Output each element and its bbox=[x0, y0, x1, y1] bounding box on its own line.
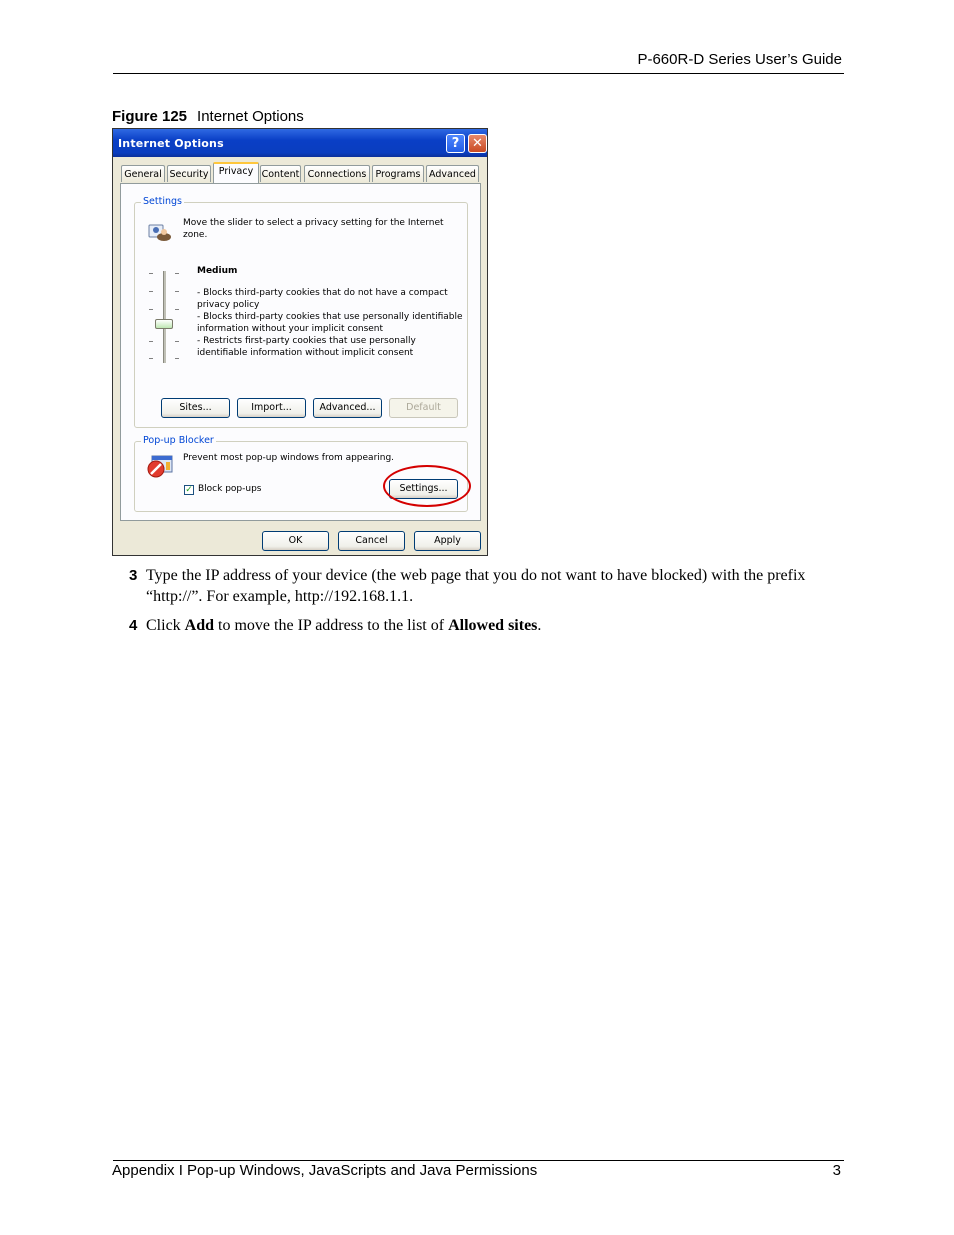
privacy-icon bbox=[148, 224, 171, 241]
page-number: 3 bbox=[832, 1162, 841, 1179]
slider-tick bbox=[175, 309, 179, 310]
privacy-bullet-1: - Blocks third-party cookies that do not… bbox=[197, 288, 448, 310]
tab-connections[interactable]: Connections bbox=[304, 165, 370, 182]
step-text: Type the IP address of your device (the … bbox=[146, 567, 806, 605]
privacy-bullet-2: - Blocks third-party cookies that use pe… bbox=[197, 312, 463, 334]
popup-blocker-icon bbox=[147, 455, 173, 478]
step-text: Click Add to move the IP address to the … bbox=[146, 615, 826, 636]
highlight-circle bbox=[383, 465, 471, 507]
privacy-bullet-3: - Restricts first-party cookies that use… bbox=[197, 336, 416, 358]
privacy-intro-text: Move the slider to select a privacy sett… bbox=[183, 218, 444, 240]
step-text-part: to move the IP address to the list of bbox=[214, 617, 449, 634]
block-popups-label: Block pop-ups bbox=[198, 484, 262, 494]
tab-privacy[interactable]: Privacy bbox=[213, 162, 259, 183]
step-text-bold: Add bbox=[184, 617, 215, 634]
block-popups-checkbox[interactable]: ✓ bbox=[184, 485, 194, 495]
default-button[interactable]: Default bbox=[389, 398, 458, 418]
settings-group: Settings Move the slider to select a pri… bbox=[134, 196, 468, 428]
popup-blocker-legend: Pop-up Blocker bbox=[141, 435, 216, 446]
popup-blocker-description: Prevent most pop-up windows from appeari… bbox=[183, 453, 395, 463]
slider-tick bbox=[149, 273, 153, 274]
slider-tick bbox=[175, 291, 179, 292]
step-number: 3 bbox=[129, 567, 138, 584]
help-icon[interactable]: ? bbox=[446, 134, 465, 153]
cancel-button[interactable]: Cancel bbox=[338, 531, 405, 551]
internet-options-dialog: Internet Options ? ✕ General Security Pr… bbox=[112, 128, 488, 556]
step-number: 4 bbox=[129, 617, 138, 634]
slider-tick bbox=[149, 358, 153, 359]
dialog-title: Internet Options bbox=[118, 137, 224, 150]
apply-button[interactable]: Apply bbox=[414, 531, 481, 551]
ok-button[interactable]: OK bbox=[262, 531, 329, 551]
figure-number: Figure 125 bbox=[112, 108, 188, 125]
privacy-slider-track[interactable] bbox=[163, 271, 166, 363]
privacy-tab-panel: Settings Move the slider to select a pri… bbox=[120, 183, 481, 521]
sites-button[interactable]: Sites... bbox=[161, 398, 230, 418]
step-text-bold: Allowed sites bbox=[448, 617, 538, 634]
slider-tick bbox=[149, 309, 153, 310]
tab-programs[interactable]: Programs bbox=[372, 165, 424, 182]
privacy-level-label: Medium bbox=[197, 266, 238, 276]
slider-tick bbox=[175, 341, 179, 342]
privacy-slider-thumb[interactable] bbox=[155, 319, 173, 329]
close-icon[interactable]: ✕ bbox=[468, 134, 487, 153]
footer-rule bbox=[113, 1160, 844, 1161]
tab-general[interactable]: General bbox=[121, 165, 165, 182]
page-header-title: P-660R-D Series User’s Guide bbox=[637, 51, 842, 68]
tab-content[interactable]: Content bbox=[260, 165, 301, 182]
step-text-part: . bbox=[537, 617, 542, 634]
footer-section-title: Appendix I Pop-up Windows, JavaScripts a… bbox=[112, 1162, 538, 1179]
slider-tick bbox=[175, 273, 179, 274]
advanced-button[interactable]: Advanced... bbox=[313, 398, 382, 418]
slider-tick bbox=[149, 291, 153, 292]
slider-tick bbox=[149, 341, 153, 342]
tab-advanced[interactable]: Advanced bbox=[426, 165, 479, 182]
step-text-part: Click bbox=[146, 617, 185, 634]
settings-legend: Settings bbox=[141, 196, 184, 207]
tab-security[interactable]: Security bbox=[167, 165, 211, 182]
import-button[interactable]: Import... bbox=[237, 398, 306, 418]
figure-title: Internet Options bbox=[197, 108, 304, 125]
header-rule bbox=[113, 73, 844, 74]
figure-caption: Figure 125 Internet Options bbox=[112, 108, 304, 125]
slider-tick bbox=[175, 358, 179, 359]
dialog-titlebar: Internet Options ? ✕ bbox=[113, 129, 487, 157]
popup-blocker-group: Pop-up Blocker Prevent most pop-up windo… bbox=[134, 435, 471, 512]
